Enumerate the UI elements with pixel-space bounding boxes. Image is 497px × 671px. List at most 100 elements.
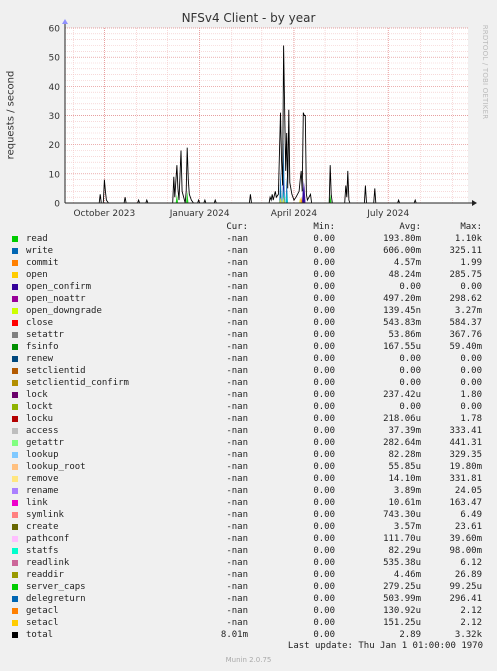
legend-avg: 279.25u bbox=[383, 582, 421, 592]
x-tick-label: January 2024 bbox=[169, 209, 230, 219]
legend-swatch bbox=[12, 343, 18, 350]
legend-swatch bbox=[12, 547, 18, 554]
legend-cur: -nan bbox=[226, 414, 248, 424]
legend-avg: 167.55u bbox=[383, 342, 421, 352]
legend-cur: 8.01m bbox=[220, 630, 248, 640]
legend-name: readdir bbox=[26, 570, 64, 580]
y-tick-label: 10 bbox=[49, 170, 61, 180]
legend-name: lookup_root bbox=[26, 462, 86, 472]
legend-max: 285.75 bbox=[449, 270, 482, 280]
legend-row-lookup: lookup -nan 0.00 82.28m 329.35 bbox=[12, 449, 482, 461]
legend-max: 59.40m bbox=[449, 342, 482, 352]
legend-avg: 53.86m bbox=[388, 330, 421, 340]
legend-row-setattr: setattr -nan 0.00 53.86m 367.76 bbox=[12, 329, 482, 341]
legend-row-open-confirm: open_confirm -nan 0.00 0.00 0.00 bbox=[12, 281, 482, 293]
legend-cur: -nan bbox=[226, 330, 248, 340]
legend-row-renew: renew -nan 0.00 0.00 0.00 bbox=[12, 353, 482, 365]
legend-swatch bbox=[12, 607, 18, 614]
legend-swatch bbox=[12, 451, 18, 458]
legend-max: 333.41 bbox=[449, 426, 482, 436]
legend-cur: -nan bbox=[226, 390, 248, 400]
legend-swatch bbox=[12, 235, 18, 242]
legend-swatch bbox=[12, 403, 18, 410]
legend-name: getattr bbox=[26, 438, 64, 448]
legend-swatch bbox=[12, 511, 18, 518]
legend-swatch bbox=[12, 307, 18, 314]
legend-avg: 237.42u bbox=[383, 390, 421, 400]
legend-max: 26.89 bbox=[454, 570, 482, 580]
legend-header-cur: Cur: bbox=[226, 222, 248, 232]
legend-max: 329.35 bbox=[449, 450, 482, 460]
legend-avg: 503.99m bbox=[383, 594, 421, 604]
legend-row-lockt: lockt -nan 0.00 0.00 0.00 bbox=[12, 401, 482, 413]
legend-name: renew bbox=[26, 354, 54, 364]
legend-avg: 130.92u bbox=[383, 606, 421, 616]
legend-avg: 4.57m bbox=[393, 258, 421, 268]
legend-max: 3.32k bbox=[454, 630, 482, 640]
legend-row-symlink: symlink -nan 0.00 743.30u 6.49 bbox=[12, 509, 482, 521]
legend-cur: -nan bbox=[226, 366, 248, 376]
legend-swatch bbox=[12, 331, 18, 338]
legend-name: getacl bbox=[26, 606, 59, 616]
legend-min: 0.00 bbox=[313, 510, 335, 520]
legend-min: 0.00 bbox=[313, 462, 335, 472]
legend-name: open_confirm bbox=[26, 282, 92, 292]
legend-name: open_noattr bbox=[26, 294, 86, 304]
legend-max: 1.80 bbox=[460, 390, 482, 400]
legend-row-total: total 8.01m 0.00 2.89 3.32k bbox=[12, 629, 482, 641]
legend-row-read: read -nan 0.00 193.80m 1.10k bbox=[12, 233, 482, 245]
legend-max: 0.00 bbox=[460, 378, 482, 388]
legend-swatch bbox=[12, 475, 18, 482]
legend-avg: 10.61m bbox=[388, 498, 421, 508]
legend-max: 0.00 bbox=[460, 282, 482, 292]
legend-swatch bbox=[12, 499, 18, 506]
legend-row-locku: locku -nan 0.00 218.06u 1.78 bbox=[12, 413, 482, 425]
legend-cur: -nan bbox=[226, 510, 248, 520]
legend-name: open bbox=[26, 270, 48, 280]
legend-min: 0.00 bbox=[313, 426, 335, 436]
legend-name: lock bbox=[26, 390, 48, 400]
legend-swatch bbox=[12, 463, 18, 470]
legend-min: 0.00 bbox=[313, 558, 335, 568]
legend-cur: -nan bbox=[226, 306, 248, 316]
legend-avg: 543.83m bbox=[383, 318, 421, 328]
legend-swatch bbox=[12, 631, 18, 638]
legend-avg: 218.06u bbox=[383, 414, 421, 424]
legend-name: commit bbox=[26, 258, 59, 268]
legend-row-getacl: getacl -nan 0.00 130.92u 2.12 bbox=[12, 605, 482, 617]
legend-cur: -nan bbox=[226, 594, 248, 604]
legend-name: link bbox=[26, 498, 48, 508]
legend-swatch bbox=[12, 319, 18, 326]
legend-name: server_caps bbox=[26, 582, 86, 592]
legend-swatch bbox=[12, 559, 18, 566]
legend-max: 1.10k bbox=[454, 234, 482, 244]
legend-min: 0.00 bbox=[313, 630, 335, 640]
legend-row-remove: remove -nan 0.00 14.10m 331.81 bbox=[12, 473, 482, 485]
legend-swatch bbox=[12, 415, 18, 422]
legend-row-write: write -nan 0.00 606.00m 325.11 bbox=[12, 245, 482, 257]
legend-min: 0.00 bbox=[313, 342, 335, 352]
legend-name: statfs bbox=[26, 546, 59, 556]
legend-row-setclientid-confirm: setclientid_confirm -nan 0.00 0.00 0.00 bbox=[12, 377, 482, 389]
legend-name: symlink bbox=[26, 510, 64, 520]
legend-avg: 3.89m bbox=[393, 486, 421, 496]
legend-max: 6.49 bbox=[460, 510, 482, 520]
legend-row-access: access -nan 0.00 37.39m 333.41 bbox=[12, 425, 482, 437]
plot-area: 0 10 20 30 40 50 60 October 2023 January 2024 Apr… bbox=[49, 19, 477, 219]
legend-avg: 193.80m bbox=[383, 234, 421, 244]
legend-max: 2.12 bbox=[460, 618, 482, 628]
legend-max: 367.76 bbox=[449, 330, 482, 340]
legend-name: delegreturn bbox=[26, 594, 86, 604]
legend-row-lock: lock -nan 0.00 237.42u 1.80 bbox=[12, 389, 482, 401]
legend-avg: 0.00 bbox=[399, 366, 421, 376]
legend-swatch bbox=[12, 391, 18, 398]
legend-min: 0.00 bbox=[313, 306, 335, 316]
legend-avg: 0.00 bbox=[399, 378, 421, 388]
legend-avg: 535.38u bbox=[383, 558, 421, 568]
legend-avg: 37.39m bbox=[388, 426, 421, 436]
legend-name: setclientid_confirm bbox=[26, 378, 129, 388]
legend-max: 1.99 bbox=[460, 258, 482, 268]
legend-min: 0.00 bbox=[313, 534, 335, 544]
legend-avg: 48.24m bbox=[388, 270, 421, 280]
legend-cur: -nan bbox=[226, 450, 248, 460]
